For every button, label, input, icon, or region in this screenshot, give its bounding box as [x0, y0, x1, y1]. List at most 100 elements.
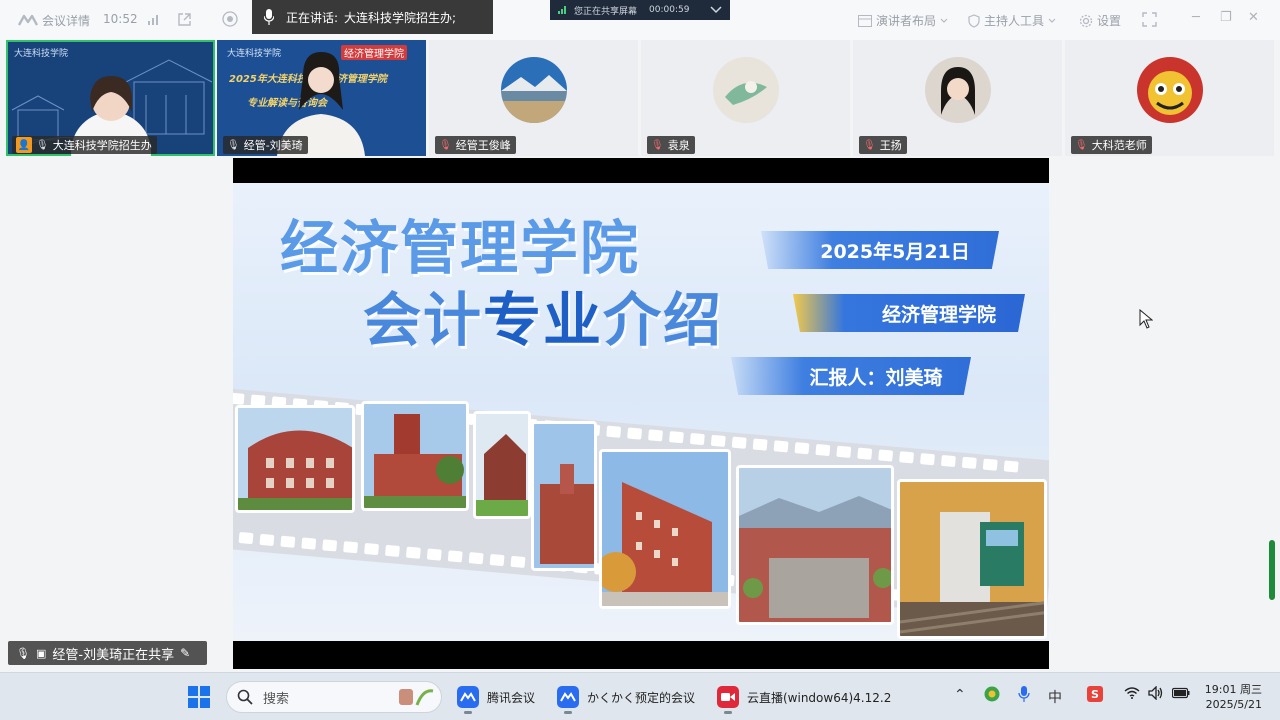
minimize-icon[interactable]: ─ — [1192, 10, 1200, 25]
record-icon[interactable] — [222, 11, 238, 27]
sogou-ime-icon[interactable]: S — [1087, 686, 1103, 706]
participant-tile-host[interactable]: 大连科技学院 👤 🎙 大连科技学院招生办 — [6, 40, 215, 156]
screen-sharing-indicator[interactable]: 🎙 ▣ 经管-刘美琦正在共享 ✎ — [8, 641, 207, 665]
close-icon[interactable]: ✕ — [1248, 10, 1259, 25]
tencent-meeting-icon — [557, 686, 579, 714]
taskbar-app-tencent-meeting[interactable]: 腾讯会议 — [457, 683, 536, 714]
layout-icon — [858, 14, 872, 27]
microphone-icon[interactable] — [1018, 686, 1030, 706]
svg-text:S: S — [1091, 688, 1099, 701]
host-tools-button[interactable]: 主持人工具 — [968, 12, 1056, 29]
avatar — [1137, 57, 1203, 123]
campus-photo — [361, 401, 469, 511]
clock-time: 19:01 周三 — [1204, 683, 1262, 696]
campus-photo — [599, 449, 731, 609]
slide-title-word: 会计 — [363, 286, 484, 354]
taskbar-app-label: 云直播(window64)4.12.2 — [747, 690, 892, 705]
screen-share-status[interactable]: 您正在共享屏幕 00:00:59 — [550, 0, 730, 20]
popout-icon[interactable] — [177, 12, 192, 27]
speaking-indicator: 正在讲话: 大连科技学院招生办; — [252, 0, 493, 34]
chevron-down-icon — [940, 18, 948, 23]
meeting-toolbar: 会议详情 10:52 正在讲话: 大连科技学院招生办; 您正在共享屏幕 00:0… — [0, 0, 1280, 40]
volume-level-bar — [1269, 540, 1275, 600]
slide-school: 经济管理学院 — [881, 303, 996, 326]
meeting-info-label: 会议详情 — [42, 14, 91, 28]
participant-tile[interactable]: 🎙 大科范老师 — [1065, 40, 1274, 156]
microphone-icon: 🎙 — [227, 139, 240, 151]
participant-name: 大科范老师 — [1091, 139, 1147, 152]
share-timer: 00:00:59 — [649, 5, 690, 15]
campus-photos — [233, 401, 1049, 641]
taskbar-app-label: かくかく预定的会议 — [587, 690, 696, 705]
windows-start-icon[interactable] — [188, 686, 210, 708]
system-clock[interactable]: 19:01 周三 2025/5/21 — [1200, 682, 1262, 712]
annotate-pen-icon[interactable]: ✎ — [180, 646, 190, 660]
campus-photo — [736, 465, 894, 625]
screen-share-icon: ▣ — [35, 646, 47, 660]
search-icon — [237, 689, 253, 705]
campus-photo — [897, 479, 1047, 639]
battery-icon[interactable] — [1171, 687, 1190, 703]
participant-name: 袁泉 — [667, 139, 690, 152]
volume-icon[interactable] — [1148, 685, 1164, 704]
participant-tile[interactable]: 🎙 王扬 — [853, 40, 1062, 156]
campus-photo — [531, 421, 597, 571]
campus-photo — [473, 411, 531, 519]
search-placeholder: 搜索 — [263, 691, 290, 707]
tencent-meeting-logo-icon — [18, 14, 38, 26]
share-status-text: 您正在共享屏幕 — [574, 6, 638, 17]
slide-title-word-emphasis: 专业 — [483, 286, 604, 354]
sharing-label-text: 经管-刘美琦正在共享 — [52, 647, 175, 663]
shield-icon — [968, 13, 980, 28]
mic-muted-icon: 🎙 — [651, 139, 664, 151]
gear-icon — [1079, 14, 1093, 27]
participant-name: 经管王俊峰 — [455, 139, 511, 152]
shared-screen: 经济管理学院 会计专业介绍 2025年5月21日 经济管理学院 汇报人：刘美琦 — [233, 158, 1049, 669]
settings-button[interactable]: 设置 — [1079, 12, 1121, 29]
avatar — [713, 57, 779, 123]
avatar — [501, 57, 567, 123]
taskbar-app-live-stream[interactable]: 云直播(window64)4.12.2 — [717, 683, 892, 714]
school-ribbon: 经济管理学院 — [793, 294, 1025, 332]
mouse-cursor-icon — [1139, 309, 1153, 329]
search-highlight-icon — [399, 689, 434, 706]
taskbar-app-scheduled-meeting[interactable]: かくかく预定的会议 — [557, 683, 696, 714]
tray-app-icon[interactable] — [984, 686, 1000, 706]
meeting-info-button[interactable]: 会议详情 — [42, 12, 90, 29]
fullscreen-icon[interactable] — [1142, 12, 1157, 27]
slide-reporter: 汇报人：刘美琦 — [809, 366, 943, 389]
participant-tile-presenter[interactable]: 大连科技学院 经济管理学院 2025年大连科技学院经济管理学院 专业解读与咨询会… — [217, 40, 426, 156]
participant-tile[interactable]: 🎙 经管王俊峰 — [429, 40, 638, 156]
wifi-icon[interactable] — [1124, 687, 1140, 703]
presenter-layout-button[interactable]: 演讲者布局 — [858, 12, 948, 29]
microphone-icon — [264, 9, 274, 25]
mic-muted-icon: 🎙 — [1075, 139, 1088, 151]
host-tools-label: 主持人工具 — [984, 14, 1045, 28]
taskbar-app-label: 腾讯会议 — [487, 690, 536, 705]
share-signal-icon — [558, 6, 566, 14]
restore-icon[interactable]: ❐ — [1220, 10, 1232, 25]
participant-name: 王扬 — [879, 139, 902, 152]
taskbar-search[interactable]: 搜索 — [226, 681, 442, 713]
campus-photo — [235, 405, 355, 513]
chevron-down-icon[interactable] — [710, 6, 722, 14]
participant-tile[interactable]: 🎙 袁泉 — [641, 40, 850, 156]
slide-title-line2: 会计专业介绍 — [363, 273, 723, 357]
speaking-name: 大连科技学院招生办; — [344, 10, 457, 25]
windows-taskbar: 搜索 腾讯会议 かくかく预定的会议 云直播(window64)4.12.2 ⌃ … — [0, 672, 1280, 720]
participant-name-tag: 🎙 袁泉 — [647, 136, 695, 154]
reporter-ribbon: 汇报人：刘美琦 — [731, 357, 971, 395]
slide-title-word: 介绍 — [603, 286, 724, 354]
chevron-up-icon[interactable]: ⌃ — [954, 687, 966, 703]
presenter-layout-label: 演讲者布局 — [876, 14, 937, 28]
presentation-slide: 经济管理学院 会计专业介绍 2025年5月21日 经济管理学院 汇报人：刘美琦 — [233, 183, 1049, 641]
slide-date: 2025年5月21日 — [820, 240, 970, 263]
meeting-time: 10:52 — [103, 12, 138, 26]
participant-name-tag: 🎙 王扬 — [859, 136, 907, 154]
signal-icon — [148, 13, 162, 25]
participant-name: 经管-刘美琦 — [243, 139, 303, 152]
avatar — [925, 57, 991, 123]
participant-name-tag: 🎙 经管-刘美琦 — [223, 136, 308, 154]
input-method-icon[interactable]: 中 — [1048, 687, 1062, 707]
mic-muted-icon: 🎙 — [439, 139, 452, 151]
